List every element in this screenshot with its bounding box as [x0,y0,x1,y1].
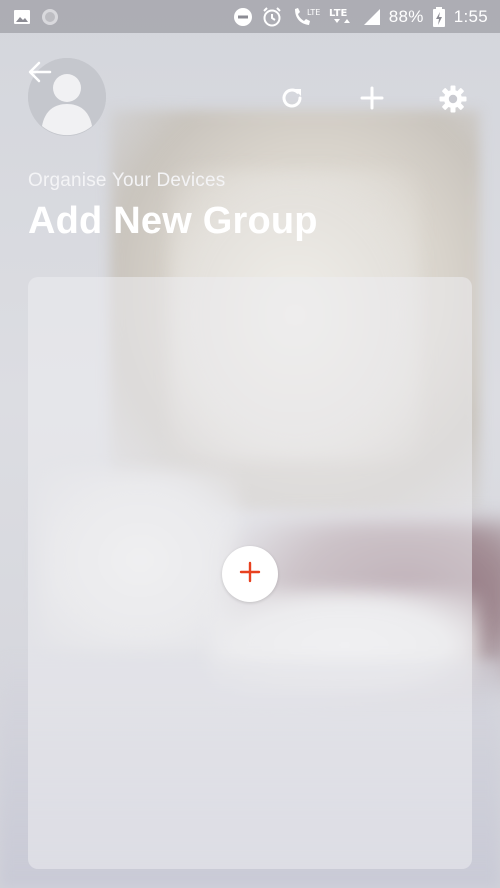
plus-circle-icon [237,559,263,590]
add-group-button[interactable] [222,546,278,602]
sync-notification-icon [40,7,60,27]
network-label-1: LTE [307,8,320,17]
clock: 1:55 [453,6,488,26]
refresh-icon[interactable] [278,84,306,112]
page-title: Add New Group [28,200,318,242]
do-not-disturb-icon [233,7,253,27]
status-bar: LTE LTE 88% 1:55 [0,0,500,33]
page-subtitle: Organise Your Devices [28,170,226,191]
gear-icon[interactable] [438,84,467,113]
signal-icon [363,8,381,26]
battery-charging-icon [432,6,446,28]
wifi-call-icon: LTE [291,6,321,28]
image-notification-icon [12,7,32,27]
lte-data-icon: LTE [329,6,355,28]
arrow-left-icon[interactable] [26,58,54,86]
alarm-icon [261,6,283,28]
battery-percent: 88% [388,6,424,26]
network-label-2: LTE [329,8,348,19]
plus-icon[interactable] [358,84,386,112]
